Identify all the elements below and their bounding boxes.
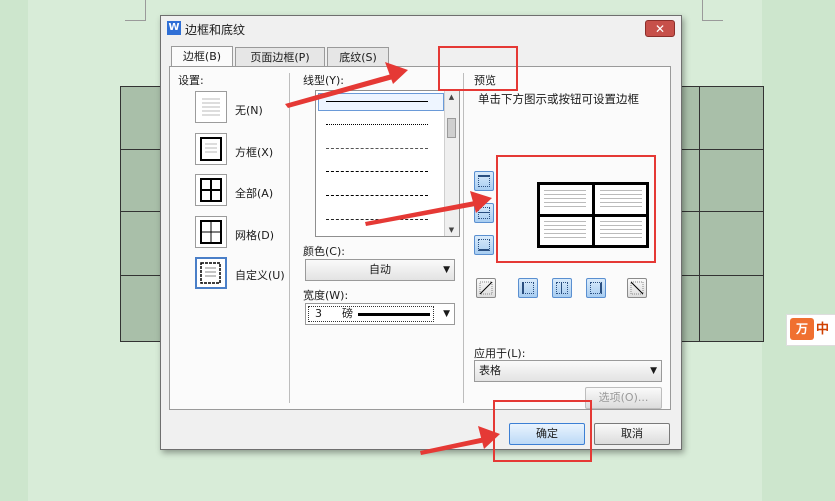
- box-border-icon[interactable]: [195, 133, 227, 165]
- color-heading: 颜色(C):: [303, 245, 345, 258]
- width-heading: 宽度(W):: [303, 289, 349, 302]
- none-border-icon[interactable]: [195, 91, 227, 123]
- diagonal-down-border-button[interactable]: [476, 278, 496, 298]
- diagonal-up-border-button[interactable]: [627, 278, 647, 298]
- scroll-thumb[interactable]: [447, 118, 456, 138]
- background-table-right: [680, 86, 764, 342]
- setting-custom-label[interactable]: 自定义(U): [235, 267, 285, 283]
- setting-grid-label[interactable]: 网格(D): [235, 227, 274, 243]
- scroll-up-icon[interactable]: ▲: [445, 91, 458, 103]
- options-button[interactable]: 选项(O)...: [585, 387, 662, 409]
- grid-border-icon[interactable]: [195, 216, 227, 248]
- line-style-scrollbar[interactable]: ▲ ▼: [444, 91, 459, 236]
- custom-border-icon[interactable]: [195, 257, 227, 289]
- scroll-down-icon[interactable]: ▼: [445, 224, 458, 236]
- line-style-dotted[interactable]: [326, 124, 428, 125]
- setting-none-label[interactable]: 无(N): [235, 102, 263, 118]
- width-value: 3: [315, 307, 322, 320]
- line-style-dash-dot[interactable]: [326, 195, 428, 196]
- side-widget-logo[interactable]: 万: [790, 318, 814, 340]
- chevron-down-icon: ▼: [650, 366, 657, 376]
- setting-all-label[interactable]: 全部(A): [235, 185, 273, 201]
- width-select[interactable]: 3 磅 ▼: [305, 303, 455, 325]
- line-style-heading: 线型(Y):: [303, 74, 345, 87]
- chevron-down-icon: ▼: [443, 309, 450, 319]
- column-divider: [289, 73, 290, 403]
- apply-to-heading: 应用于(L):: [474, 347, 526, 360]
- left-border-button[interactable]: [518, 278, 538, 298]
- page-corner-mark: [125, 0, 146, 21]
- setting-box-label[interactable]: 方框(X): [235, 144, 273, 160]
- apply-to-select[interactable]: 表格 ▼: [474, 360, 662, 382]
- tab-shading[interactable]: 底纹(S): [327, 47, 389, 67]
- annotation-box-preview: [496, 155, 656, 263]
- bottom-border-button[interactable]: [474, 235, 494, 255]
- line-style-dashed-small[interactable]: [326, 148, 428, 149]
- color-select[interactable]: 自动 ▼: [305, 259, 455, 281]
- column-divider: [463, 73, 464, 403]
- dialog-title: 边框和底纹: [185, 23, 246, 37]
- top-border-button[interactable]: [474, 171, 494, 191]
- width-unit: 磅: [342, 307, 353, 320]
- line-style-dash-dot-dot[interactable]: [326, 219, 428, 220]
- page-corner-mark: [702, 0, 723, 21]
- line-style-list[interactable]: ▲ ▼: [315, 90, 460, 237]
- side-widget-text[interactable]: 中: [816, 318, 829, 337]
- cancel-button[interactable]: 取消: [594, 423, 670, 445]
- close-button[interactable]: ✕: [645, 20, 675, 37]
- annotation-box-preview-heading: [438, 46, 518, 91]
- line-style-selected[interactable]: [318, 93, 444, 111]
- inside-vertical-border-button[interactable]: [552, 278, 572, 298]
- all-border-icon[interactable]: [195, 174, 227, 206]
- tab-borders[interactable]: 边框(B): [171, 46, 233, 68]
- color-value: 自动: [369, 263, 391, 276]
- dialog-titlebar[interactable]: W 边框和底纹 ✕: [161, 16, 681, 40]
- annotation-box-ok: [493, 400, 592, 462]
- inside-horizontal-border-button[interactable]: [474, 203, 494, 223]
- width-line-sample: [358, 313, 430, 316]
- line-style-dashed[interactable]: [326, 171, 428, 172]
- apply-to-value: 表格: [479, 364, 501, 377]
- wps-logo-icon: W: [167, 21, 181, 35]
- right-border-button[interactable]: [586, 278, 606, 298]
- settings-heading: 设置:: [178, 74, 204, 87]
- background-table-left: [120, 86, 162, 342]
- line-style-solid[interactable]: [326, 101, 428, 102]
- preview-hint: 单击下方图示或按钮可设置边框: [478, 92, 639, 106]
- chevron-down-icon: ▼: [443, 265, 450, 275]
- tab-page-borders[interactable]: 页面边框(P): [235, 47, 325, 67]
